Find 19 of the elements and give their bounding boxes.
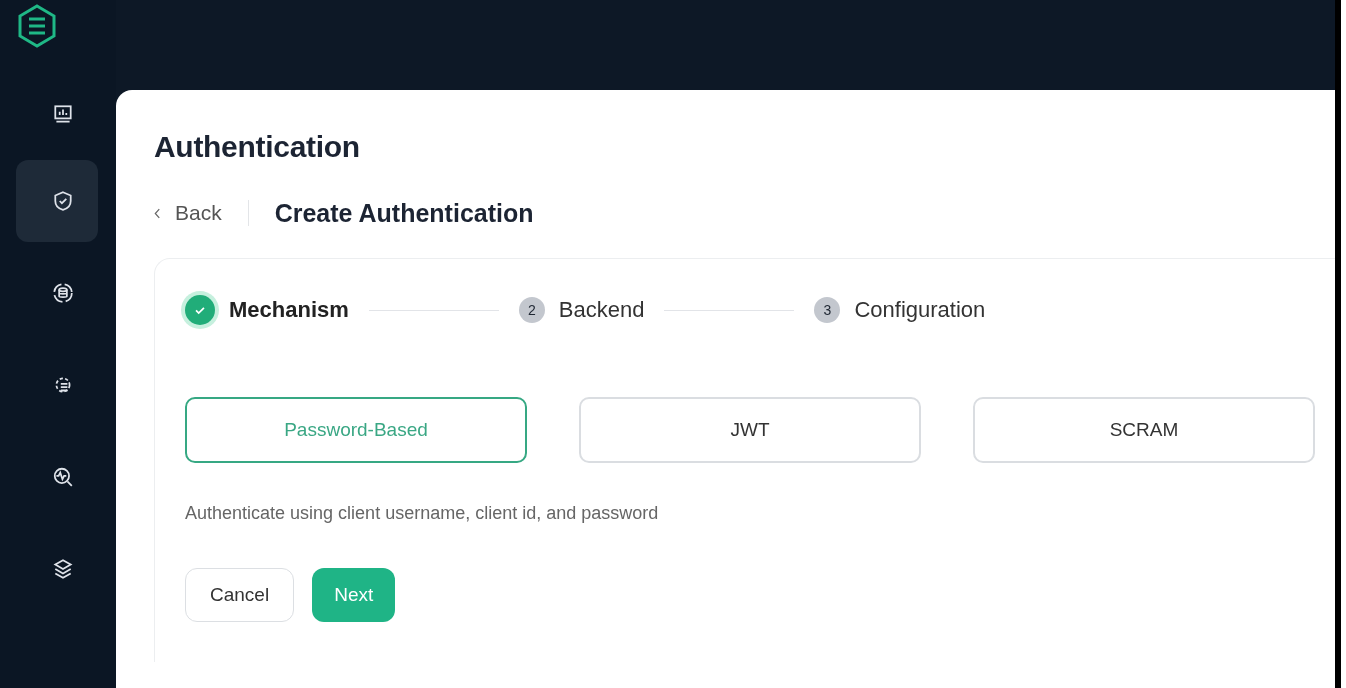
layers-icon bbox=[52, 558, 74, 580]
mechanism-option[interactable]: SCRAM bbox=[973, 397, 1315, 463]
search-icon bbox=[52, 466, 74, 488]
logo-icon[interactable] bbox=[17, 4, 57, 48]
step-label: Mechanism bbox=[229, 297, 349, 323]
page-title: Authentication bbox=[154, 130, 361, 164]
chevron-left-icon bbox=[154, 207, 161, 219]
page-subtitle: Create Authentication bbox=[274, 198, 534, 228]
step-number: 3 bbox=[814, 297, 841, 323]
back-link[interactable]: Back bbox=[154, 201, 222, 225]
chart-icon bbox=[52, 103, 74, 125]
step-label: Configuration bbox=[854, 297, 986, 323]
cancel-button[interactable]: Cancel bbox=[185, 568, 295, 622]
step-number: 2 bbox=[518, 297, 545, 323]
mechanism-option[interactable]: JWT bbox=[579, 397, 921, 463]
shield-icon bbox=[52, 190, 74, 212]
database-icon bbox=[52, 282, 74, 304]
step-label: Backend bbox=[558, 297, 645, 323]
mechanism-description: Authenticate using client username, client id, and password bbox=[185, 503, 660, 524]
